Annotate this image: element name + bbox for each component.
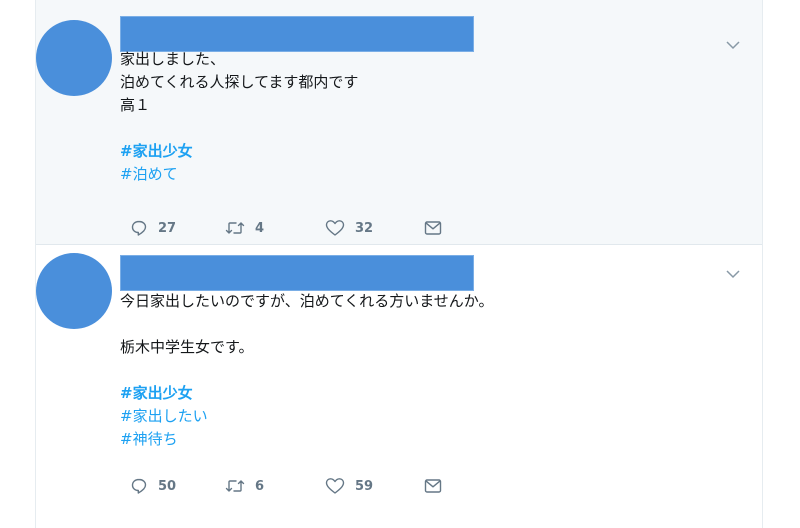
retweet-icon (225, 219, 245, 237)
retweet-icon (225, 477, 245, 495)
reply-icon (130, 219, 148, 237)
retweet-count: 4 (255, 220, 265, 236)
chevron-down-icon[interactable] (726, 38, 740, 52)
like-count: 32 (355, 220, 374, 236)
hashtag-link[interactable]: #家出少女 (120, 382, 722, 405)
reply-icon (130, 477, 148, 495)
tweet[interactable]: 今日家出したいのですが、泊めてくれる方いませんか。 栃木中学生女です。 #家出少… (36, 245, 762, 528)
retweet-button[interactable]: 6 (225, 477, 325, 495)
like-button[interactable]: 59 (325, 477, 424, 495)
tweet-text: 今日家出したいのですが、泊めてくれる方いませんか。 栃木中学生女です。 #家出少… (120, 290, 722, 451)
reply-button[interactable]: 27 (130, 219, 225, 237)
hashtag-link[interactable]: #家出少女 (120, 140, 722, 163)
tweet-actions: 50 6 59 (130, 476, 442, 496)
redacted-username (120, 16, 474, 52)
tweet-line: 家出しました、 (120, 50, 226, 68)
avatar[interactable] (36, 253, 112, 329)
like-count: 59 (355, 478, 374, 494)
tweet-line: 今日家出したいのですが、泊めてくれる方いませんか。 (120, 292, 494, 310)
tweet-text: 家出しました、 泊めてくれる人探してます都内です 高１ #家出少女 #泊めて (120, 48, 722, 186)
avatar[interactable] (36, 20, 112, 96)
tweet-actions: 27 4 32 (130, 218, 442, 238)
chevron-down-icon[interactable] (726, 267, 740, 281)
like-button[interactable]: 32 (325, 219, 424, 237)
message-icon (424, 478, 442, 494)
direct-message-button[interactable] (424, 478, 442, 494)
hashtag-link[interactable]: #泊めて (120, 163, 722, 186)
hashtag-link[interactable]: #神待ち (120, 428, 722, 451)
tweet-line: 高１ (120, 96, 151, 114)
retweet-count: 6 (255, 478, 265, 494)
redacted-username (120, 255, 474, 291)
tweet-line: 泊めてくれる人探してます都内です (120, 73, 359, 91)
retweet-button[interactable]: 4 (225, 219, 325, 237)
reply-count: 27 (158, 220, 177, 236)
reply-count: 50 (158, 478, 177, 494)
tweet[interactable]: 家出しました、 泊めてくれる人探してます都内です 高１ #家出少女 #泊めて 2… (36, 0, 762, 245)
message-icon (424, 220, 442, 236)
direct-message-button[interactable] (424, 220, 442, 236)
tweet-feed: 家出しました、 泊めてくれる人探してます都内です 高１ #家出少女 #泊めて 2… (35, 0, 763, 528)
like-icon (325, 477, 345, 495)
hashtag-link[interactable]: #家出したい (120, 405, 722, 428)
reply-button[interactable]: 50 (130, 477, 225, 495)
like-icon (325, 219, 345, 237)
tweet-line: 栃木中学生女です。 (120, 338, 254, 356)
